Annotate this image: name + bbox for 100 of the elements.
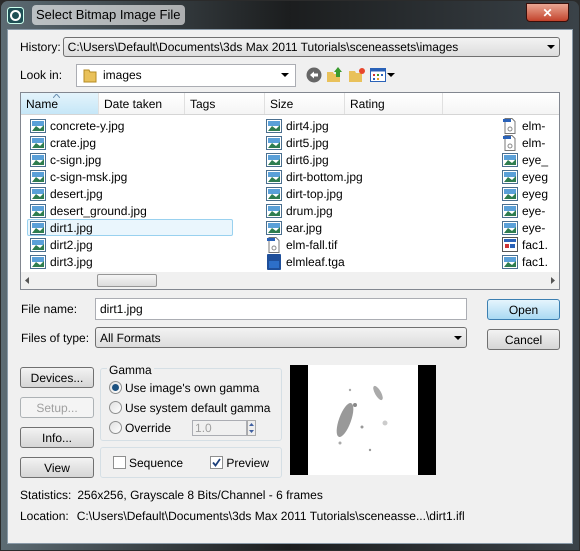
view-menu-icon[interactable]	[370, 68, 386, 82]
history-label: History:	[20, 39, 61, 56]
checkbox[interactable]	[113, 456, 126, 469]
file-item[interactable]: fac1.	[499, 253, 552, 270]
file-item[interactable]: elmleaf.tga	[263, 253, 469, 270]
column-header[interactable]: Date taken	[99, 93, 185, 114]
up-folder-icon[interactable]	[326, 66, 344, 84]
file-item[interactable]: eyeg	[499, 168, 552, 185]
image-file-icon	[30, 254, 46, 268]
radio-button[interactable]	[109, 401, 122, 414]
file-item[interactable]: elm-	[499, 117, 552, 134]
spinner-icon[interactable]	[247, 420, 256, 436]
window-title: Select Bitmap Image File	[32, 5, 185, 25]
scroll-right-icon[interactable]	[551, 277, 555, 284]
column-header[interactable]: Tags	[185, 93, 265, 114]
image-file-icon	[502, 220, 518, 234]
photoshop-file-icon	[266, 254, 282, 270]
image-file-icon	[266, 170, 282, 184]
image-file-icon	[30, 136, 46, 150]
side-button[interactable]: View	[20, 457, 94, 478]
checkbox[interactable]	[210, 456, 224, 469]
column-header[interactable]: Rating	[345, 93, 443, 114]
file-item[interactable]: dirt2.jpg	[27, 236, 233, 253]
image-file-icon	[502, 186, 518, 200]
file-item[interactable]: desert_ground.jpg	[27, 202, 233, 219]
radio-label: Use system default gamma	[125, 400, 270, 416]
image-file-icon	[266, 204, 282, 218]
files-of-type-label: Files of type:	[20, 330, 90, 346]
image-file-icon	[30, 170, 46, 184]
radio-label: Use image's own gamma	[125, 380, 260, 396]
document-icon	[502, 118, 518, 134]
horizontal-scrollbar[interactable]	[21, 272, 559, 289]
image-file-icon	[30, 118, 46, 132]
column-header[interactable]: Size	[265, 93, 345, 114]
file-item[interactable]: dirt6.jpg	[263, 151, 469, 168]
cancel-button[interactable]: Cancel	[487, 329, 560, 350]
file-item[interactable]: dirt-top.jpg	[263, 185, 469, 202]
file-item[interactable]: crate.jpg	[27, 134, 233, 151]
file-item[interactable]: eye-	[499, 219, 552, 236]
file-item[interactable]: dirt1.jpg	[27, 219, 233, 236]
file-item[interactable]: drum.jpg	[263, 202, 469, 219]
open-button[interactable]: Open	[487, 299, 560, 320]
dropdown-arrow-icon	[547, 45, 555, 49]
file-item[interactable]: c-sign.jpg	[27, 151, 233, 168]
back-icon[interactable]	[306, 67, 322, 83]
file-item[interactable]: eye-	[499, 202, 552, 219]
look-in-label: Look in:	[20, 67, 64, 84]
file-item[interactable]: dirt5.jpg	[263, 134, 469, 151]
location-value: C:\Users\Default\Documents\3ds Max 2011 Tutorials\sceneasse...\dirt1.ifl	[76, 508, 465, 525]
radio-button[interactable]	[109, 381, 122, 394]
image-file-icon	[502, 170, 518, 184]
radio-button[interactable]	[109, 421, 122, 434]
image-file-icon	[266, 186, 282, 200]
file-item[interactable]: dirt-bottom.jpg	[263, 168, 469, 185]
column-header[interactable]: Name	[21, 93, 99, 114]
file-item[interactable]: dirt4.jpg	[263, 117, 469, 134]
document-icon	[502, 134, 518, 150]
scrollbar-thumb[interactable]	[97, 274, 157, 287]
scroll-left-icon[interactable]	[25, 277, 29, 284]
image-file-icon	[266, 220, 282, 234]
side-button[interactable]: Devices...	[20, 367, 94, 388]
file-item[interactable]: concrete-y.jpg	[27, 117, 233, 134]
image-file-icon	[266, 136, 282, 150]
image-file-icon	[30, 204, 46, 218]
side-button[interactable]: Info...	[20, 427, 94, 448]
look-in-dropdown[interactable]: images	[76, 64, 296, 86]
file-item[interactable]: desert.jpg	[27, 185, 233, 202]
dropdown-arrow-icon	[454, 336, 462, 340]
file-item[interactable]: ear.jpg	[263, 219, 469, 236]
checkbox-label: Preview	[226, 454, 269, 472]
new-folder-icon[interactable]	[348, 67, 366, 83]
dropdown-arrow-icon	[387, 73, 395, 77]
statistics-label: Statistics:	[20, 487, 72, 504]
image-file-icon	[30, 220, 46, 234]
file-item[interactable]: dirt3.jpg	[27, 253, 233, 270]
image-file-icon	[30, 238, 46, 252]
image-file-icon	[502, 152, 518, 166]
file-item[interactable]: c-sign-msk.jpg	[27, 168, 233, 185]
image-file-icon	[502, 204, 518, 218]
history-dropdown[interactable]: C:\Users\Default\Documents\3ds Max 2011 Tutorials\sceneassets\images	[62, 37, 560, 57]
statistics-value: 256x256, Grayscale 8 Bits/Channel - 6 frames	[77, 487, 323, 504]
checkbox-label: Sequence	[129, 454, 184, 472]
document-icon	[266, 236, 282, 252]
file-item[interactable]: eyeg	[499, 185, 552, 202]
file-item[interactable]: elm-	[499, 134, 552, 151]
file-name-field[interactable]: dirt1.jpg	[95, 298, 467, 320]
app-logo-icon	[7, 6, 24, 24]
image-file-icon	[266, 118, 282, 132]
dropdown-arrow-icon	[281, 73, 289, 77]
file-item[interactable]: fac1.	[499, 236, 552, 253]
radio-label: Override	[125, 420, 172, 436]
list-file-icon	[502, 237, 518, 252]
file-item[interactable]: elm-fall.tif	[263, 236, 469, 253]
image-file-icon	[30, 152, 46, 166]
file-name-label: File name:	[20, 301, 78, 318]
files-of-type-dropdown[interactable]: All Formats	[95, 327, 467, 348]
file-item[interactable]: eye_	[499, 151, 552, 168]
location-label: Location:	[20, 508, 69, 525]
image-file-icon	[30, 186, 46, 200]
folder-icon	[83, 68, 97, 82]
